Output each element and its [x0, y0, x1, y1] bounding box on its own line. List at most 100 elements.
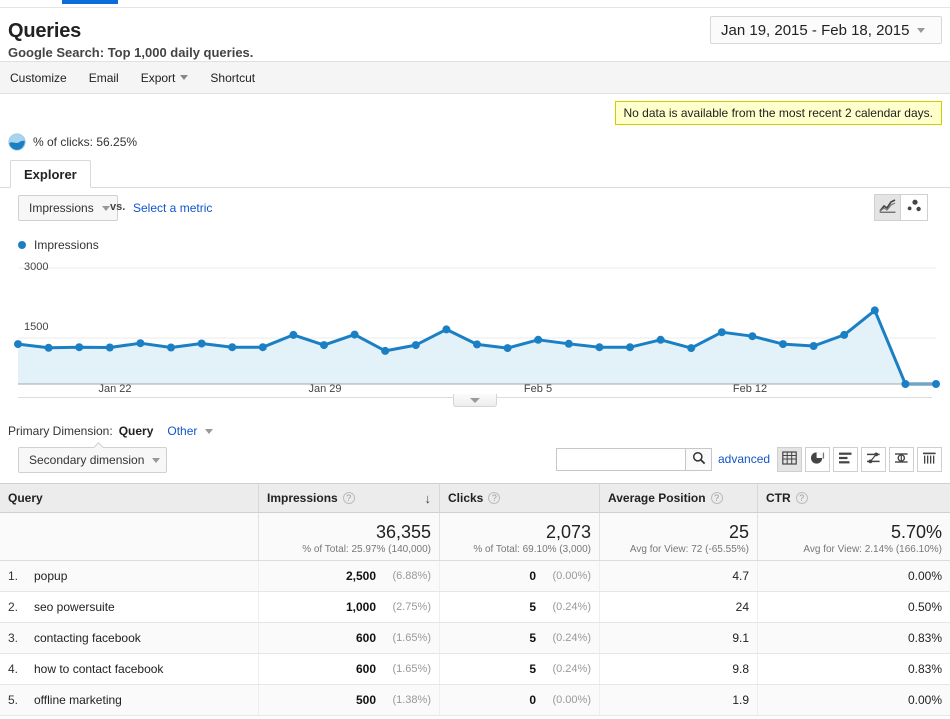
- performance-view-button[interactable]: [917, 447, 942, 472]
- help-icon[interactable]: ?: [488, 492, 500, 504]
- cell-clicks: 5(0.24%): [439, 623, 599, 653]
- pie-view-button[interactable]: [805, 447, 830, 472]
- help-icon[interactable]: ?: [343, 492, 355, 504]
- action-bar: Customize Email Export Shortcut: [0, 61, 950, 94]
- row-clicks-value: 5: [529, 662, 536, 676]
- row-clicks-pct: (0.24%): [543, 601, 591, 613]
- bar-view-icon: [838, 451, 853, 468]
- cell-average-position: 1.9: [599, 685, 757, 715]
- comparison-view-button[interactable]: [861, 447, 886, 472]
- queries-table: Query Impressions ? ↓ Clicks ? Average P…: [0, 483, 950, 716]
- legend-series-label: Impressions: [34, 238, 99, 252]
- primary-dimension-value[interactable]: Query: [119, 424, 154, 438]
- y-axis-tick-3000: 3000: [24, 261, 48, 273]
- summary-position-detail: Avg for View: 72 (-65.55%): [630, 543, 749, 556]
- x-axis-tick: Feb 12: [733, 383, 767, 395]
- primary-metric-select[interactable]: Impressions: [18, 195, 118, 221]
- row-clicks-value: 0: [529, 569, 536, 583]
- row-query-label[interactable]: popup: [34, 569, 67, 583]
- cell-clicks: 5(0.24%): [439, 654, 599, 684]
- table-row[interactable]: 2.seo powersuite 1,000(2.75%) 5 (0.24%) 24 0.…: [0, 592, 950, 623]
- row-query-label[interactable]: seo powersuite: [34, 600, 115, 614]
- customize-button[interactable]: Customize: [10, 71, 67, 85]
- chevron-down-icon: [180, 75, 188, 80]
- shortcut-button[interactable]: Shortcut: [210, 71, 255, 85]
- row-position-value: 9.1: [732, 631, 749, 645]
- cell-query: 1.popup: [0, 561, 258, 591]
- row-clicks-value: 5: [529, 600, 536, 614]
- export-label: Export: [141, 71, 176, 85]
- summary-position-value: 25: [729, 522, 749, 543]
- clicks-summary: % of clicks: 56.25%: [8, 133, 137, 151]
- table-body: 1.popup2,500(6.88%)0(0.00%)4.70.00% 2.seo…: [0, 561, 950, 716]
- cell-clicks: 5 (0.24%): [439, 592, 599, 622]
- cell-impressions: 1,000(2.75%): [258, 592, 439, 622]
- secondary-dimension-select[interactable]: Secondary dimension: [18, 447, 167, 473]
- bar-view-button[interactable]: [833, 447, 858, 472]
- impressions-area-chart[interactable]: [0, 258, 950, 393]
- row-impressions-value: 600: [356, 662, 376, 676]
- pie-view-icon: [810, 451, 825, 468]
- column-header-query[interactable]: Query: [0, 483, 258, 513]
- tab-explorer[interactable]: Explorer: [10, 160, 91, 188]
- pivot-view-icon: [894, 451, 909, 468]
- line-chart-icon: [879, 199, 896, 216]
- table-row[interactable]: 3.contacting facebook600(1.65%)5(0.24%) 9…: [0, 623, 950, 654]
- chevron-down-icon: [205, 429, 213, 434]
- row-position-value: 24: [736, 600, 749, 614]
- summary-ctr-detail: Avg for View: 2.14% (166.10%): [803, 543, 942, 556]
- table-row[interactable]: 4.how to contact facebook600(1.65%)5(0.2…: [0, 654, 950, 685]
- primary-dimension-other-link[interactable]: Other: [167, 424, 213, 438]
- search-button[interactable]: [685, 448, 712, 471]
- row-impressions-value: 500: [356, 693, 376, 707]
- cell-impressions: 600(1.65%): [258, 623, 439, 653]
- row-query-label[interactable]: offline marketing: [34, 693, 122, 707]
- column-header-average-position[interactable]: Average Position ?: [599, 483, 757, 513]
- advanced-link[interactable]: advanced: [718, 452, 770, 466]
- performance-view-icon: [922, 451, 937, 468]
- row-query-label[interactable]: contacting facebook: [34, 631, 141, 645]
- tab-explorer-label: Explorer: [24, 167, 77, 182]
- help-icon[interactable]: ?: [796, 492, 808, 504]
- line-chart-button[interactable]: [874, 194, 901, 221]
- cell-query: 3.contacting facebook: [0, 623, 258, 653]
- pivot-view-button[interactable]: [889, 447, 914, 472]
- select-metric-link[interactable]: Select a metric: [133, 201, 212, 215]
- row-rank: 5.: [8, 693, 34, 707]
- table-view-button[interactable]: [777, 447, 802, 472]
- table-search-box[interactable]: [556, 448, 700, 471]
- email-button[interactable]: Email: [89, 71, 119, 85]
- cell-average-position: 24: [599, 592, 757, 622]
- y-axis-tick-1500: 1500: [24, 321, 48, 333]
- chevron-down-icon: [152, 458, 160, 463]
- column-label-clicks: Clicks: [448, 491, 483, 505]
- help-icon[interactable]: ?: [711, 492, 723, 504]
- search-input[interactable]: [557, 449, 699, 470]
- summary-position-cell: 25 Avg for View: 72 (-65.55%): [599, 513, 757, 560]
- column-header-ctr[interactable]: CTR ?: [757, 483, 950, 513]
- row-query-label[interactable]: how to contact facebook: [34, 662, 163, 676]
- title-bar: Queries Google Search: Top 1,000 daily q…: [0, 8, 950, 61]
- row-clicks-value: 5: [529, 631, 536, 645]
- row-position-value: 9.8: [732, 662, 749, 676]
- date-range-label: Jan 19, 2015 - Feb 18, 2015: [721, 22, 909, 39]
- row-ctr-value: 0.50%: [908, 600, 942, 614]
- chart-collapse-handle[interactable]: [453, 394, 497, 407]
- legend-color-dot: [18, 241, 26, 249]
- summary-query-cell: [0, 513, 258, 560]
- date-range-picker[interactable]: Jan 19, 2015 - Feb 18, 2015: [710, 16, 942, 44]
- secondary-dimension-label: Secondary dimension: [29, 453, 144, 467]
- table-row[interactable]: 1.popup2,500(6.88%)0(0.00%)4.70.00%: [0, 561, 950, 592]
- row-rank: 2.: [8, 600, 34, 614]
- motion-chart-button[interactable]: [901, 194, 928, 221]
- table-row[interactable]: 5.offline marketing500(1.38%)0(0.00%)1.9…: [0, 685, 950, 716]
- export-button[interactable]: Export: [141, 71, 189, 85]
- column-header-impressions[interactable]: Impressions ? ↓: [258, 483, 439, 513]
- x-axis-tick: Jan 29: [308, 383, 341, 395]
- metric-controls: Impressions vs. Select a metric: [0, 195, 950, 227]
- cell-query: 4.how to contact facebook: [0, 654, 258, 684]
- column-header-clicks[interactable]: Clicks ?: [439, 483, 599, 513]
- row-position-value: 1.9: [732, 693, 749, 707]
- page-subtitle: Google Search: Top 1,000 daily queries.: [8, 45, 253, 60]
- cell-ctr: 0.00%: [757, 685, 950, 715]
